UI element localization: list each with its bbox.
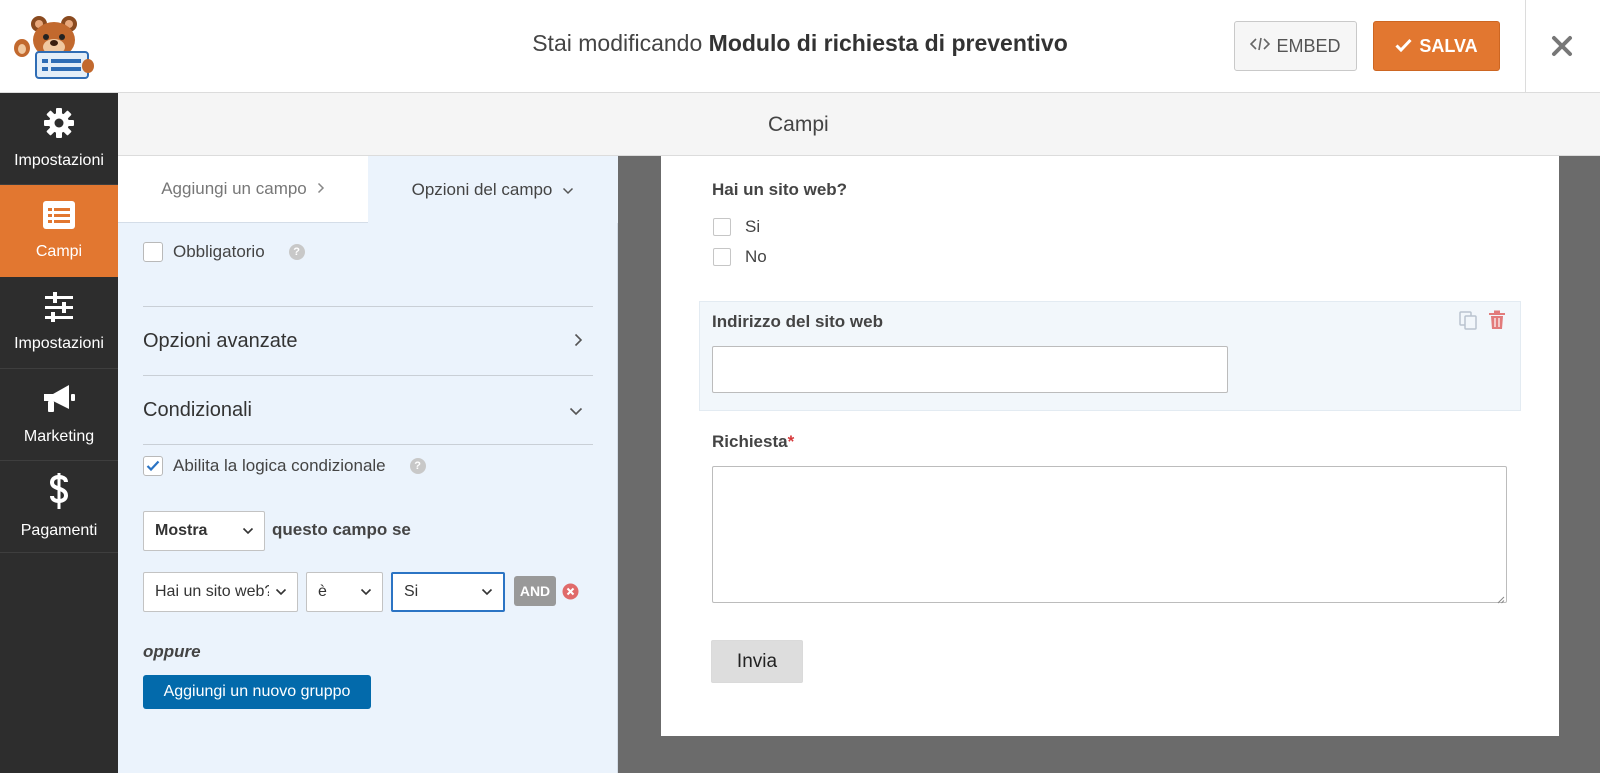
divider [143,444,593,445]
add-group-button[interactable]: Aggiungi un nuovo gruppo [143,675,371,709]
form-name: Modulo di richiesta di preventivo [708,30,1068,56]
field-label: Richiesta* [712,432,794,452]
checkbox-option-no[interactable]: No [713,247,767,267]
or-label: oppure [143,642,201,661]
chevron-down-icon [360,583,372,601]
sidebar-item-settings[interactable]: Impostazioni [0,93,118,185]
field-options-panel: Aggiungi un campo Opzioni del campo Obbl… [118,156,618,773]
left-sidebar: Impostazioni Campi Impostazioni Marketin… [0,93,118,773]
top-divider [1525,0,1526,92]
chevron-right-icon [574,330,583,353]
sidebar-item-label: Impostazioni [14,335,104,352]
chevron-down-icon [562,180,574,200]
option-checkbox[interactable] [713,248,731,266]
help-icon[interactable]: ? [409,458,426,474]
enable-logic-checkbox[interactable] [143,456,163,476]
section-title: Campi [768,113,829,136]
sliders-icon [43,292,75,327]
top-bar: Stai modificando Modulo di richiesta di … [0,0,1600,93]
tab-add-field[interactable]: Aggiungi un campo [118,156,368,223]
add-group-label: Aggiungi un nuovo gruppo [163,683,351,700]
sidebar-item-fields[interactable]: Campi [0,185,118,277]
wpforms-logo-icon [12,12,96,80]
enable-logic-row: Abilita la logica condizionale ? [143,456,426,476]
action-select[interactable]: Mostra [143,511,265,551]
required-asterisk: * [787,432,795,451]
required-label: Obbligatorio [173,242,265,261]
sidebar-item-label: Impostazioni [14,152,104,169]
tab-label: Opzioni del campo [411,179,553,199]
conditionals-label: Condizionali [143,398,252,421]
checkbox-option-yes[interactable]: Si [713,217,760,237]
rule-field-select[interactable]: Hai un sito web? [143,572,298,612]
submit-label: Invia [736,650,778,672]
form-preview: Hai un sito web? Si No Indirizzo del sit… [661,156,1559,736]
option-label: Si [745,217,761,236]
website-input[interactable] [712,346,1228,393]
title-prefix: Stai modificando [532,30,703,56]
sidebar-item-payments[interactable]: Pagamenti [0,461,118,553]
trash-icon[interactable] [1488,310,1506,335]
gear-icon [43,107,75,144]
sidebar-item-settings-2[interactable]: Impostazioni [0,277,118,369]
chevron-down-icon [569,399,583,422]
and-button[interactable]: AND [514,576,556,606]
rule-operator-value: è [318,583,327,600]
section-header: Campi [118,93,1600,156]
sidebar-item-label: Campi [35,243,83,260]
embed-button[interactable]: EMBED [1234,21,1357,71]
resize-handle-icon[interactable] [1495,591,1505,604]
option-label: No [745,247,767,266]
code-icon [1250,36,1271,57]
option-checkbox[interactable] [713,218,731,236]
save-label: SALVA [1419,35,1478,56]
help-icon[interactable]: ? [288,244,305,260]
request-textarea[interactable] [712,466,1507,604]
fields-list-icon [42,200,76,235]
sidebar-item-label: Marketing [23,428,95,445]
remove-rule-icon[interactable] [562,583,579,600]
required-row: Obbligatorio ? [143,242,305,262]
submit-button[interactable]: Invia [711,640,803,683]
check-icon [1395,36,1412,57]
embed-label: EMBED [1276,35,1341,56]
field-label: Hai un sito web? [712,180,848,199]
field-tools [1458,310,1506,335]
megaphone-icon [41,383,77,420]
and-label: AND [519,583,551,599]
request-label: Richiesta [712,432,788,451]
advanced-options-toggle[interactable]: Opzioni avanzate [143,307,593,375]
action-suffix: questo campo se [272,520,411,539]
advanced-options-label: Opzioni avanzate [143,329,298,352]
close-icon[interactable] [1542,26,1582,66]
tab-field-options[interactable]: Opzioni del campo [368,156,618,223]
save-button[interactable]: SALVA [1373,21,1500,71]
enable-logic-label: Abilita la logica condizionale [173,456,386,475]
rule-operator-select[interactable]: è [306,572,383,612]
page-title: Stai modificando Modulo di richiesta di … [420,30,1180,57]
chevron-down-icon [481,583,493,601]
dollar-icon [47,473,71,514]
rule-value: Si [404,583,419,600]
field-label: Indirizzo del sito web [712,312,883,331]
duplicate-icon[interactable] [1458,310,1478,335]
rule-value-select[interactable]: Si [391,572,505,612]
form-preview-area: Hai un sito web? Si No Indirizzo del sit… [618,156,1600,773]
tab-label: Aggiungi un campo [161,179,307,198]
chevron-down-icon [275,583,287,601]
required-checkbox[interactable] [143,242,163,262]
sidebar-item-marketing[interactable]: Marketing [0,369,118,461]
chevron-right-icon [317,179,325,199]
action-select-value: Mostra [155,522,208,539]
sidebar-item-label: Pagamenti [20,522,98,539]
conditionals-toggle[interactable]: Condizionali [143,376,593,444]
chevron-down-icon [242,522,254,540]
rule-field-value: Hai un sito web? [155,583,269,600]
